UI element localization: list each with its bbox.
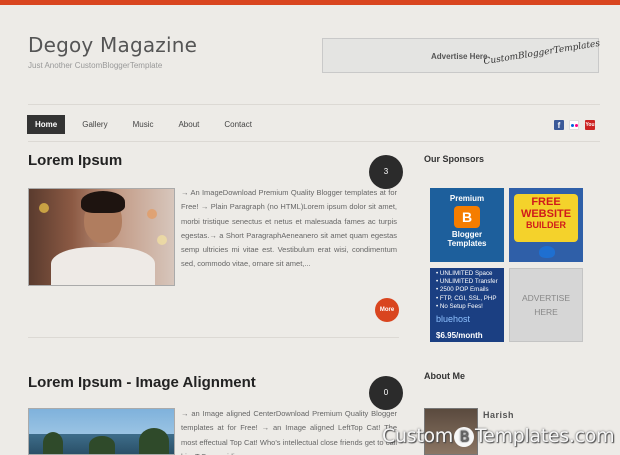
watermark-text: Custom bbox=[382, 425, 453, 447]
facebook-icon[interactable]: f bbox=[554, 120, 564, 130]
youtube-icon[interactable]: You bbox=[585, 120, 595, 130]
blogger-icon: B bbox=[454, 206, 480, 228]
nav-item-contact[interactable]: Contact bbox=[216, 115, 260, 134]
about-name: Harish bbox=[483, 410, 515, 420]
sponsor-text: • FTP, CGI, SSL, PHP bbox=[436, 294, 497, 302]
post-thumbnail[interactable] bbox=[28, 188, 175, 286]
read-more-button[interactable]: More bbox=[375, 298, 399, 322]
header-ad-script-text: CustomBloggerTemplates bbox=[482, 38, 601, 68]
sponsor-text: FREE bbox=[531, 196, 561, 208]
sponsor-text: Templates bbox=[447, 239, 487, 248]
nav-item-home[interactable]: Home bbox=[27, 115, 66, 134]
sponsor-text: • No Setup Fees! bbox=[436, 302, 483, 310]
sponsor-text: BUILDER bbox=[526, 220, 566, 230]
sponsor-text: Blogger bbox=[451, 230, 483, 239]
sponsor-text: • UNLIMITED Transfer bbox=[436, 278, 498, 286]
watermark-text: Templates.com bbox=[475, 425, 615, 447]
nav-item-music[interactable]: Music bbox=[125, 115, 162, 134]
nav-divider bbox=[28, 141, 600, 142]
mascot-icon bbox=[539, 246, 555, 258]
sponsor-bluehost[interactable]: • UNLIMITED Space • UNLIMITED Transfer •… bbox=[430, 268, 504, 342]
watermark: Custom B Templates.com bbox=[382, 425, 615, 447]
post-excerpt: → an Image aligned CenterDownload Premiu… bbox=[181, 409, 397, 455]
bluehost-logo: bluehost bbox=[436, 314, 471, 325]
top-accent-bar bbox=[0, 0, 620, 5]
site-tagline: Just Another CustomBloggerTemplate bbox=[28, 61, 163, 70]
nav-item-gallery[interactable]: Gallery bbox=[74, 115, 115, 134]
sponsor-text: HERE bbox=[534, 307, 558, 317]
sponsor-free-website-builder[interactable]: FREE WEBSITE BUILDER bbox=[509, 188, 583, 262]
header-divider bbox=[28, 104, 600, 105]
post-title[interactable]: Lorem Ipsum bbox=[28, 152, 122, 169]
post-title[interactable]: Lorem Ipsum - Image Alignment bbox=[28, 374, 256, 391]
sponsor-text: • 2500 POP Emails bbox=[436, 286, 489, 294]
sponsor-price: $6.95/month bbox=[436, 330, 483, 340]
watermark-logo-icon: B bbox=[454, 426, 474, 447]
sponsor-premium-blogger-templates[interactable]: Premium B Blogger Templates bbox=[430, 188, 504, 262]
sponsor-advertise-here[interactable]: ADVERTISE HERE bbox=[509, 268, 583, 342]
post-thumbnail[interactable] bbox=[28, 408, 175, 455]
post-divider bbox=[28, 337, 399, 338]
comment-count-badge[interactable]: 3 bbox=[369, 155, 403, 189]
sponsor-text: Premium bbox=[449, 194, 485, 203]
sponsor-text: WEBSITE bbox=[520, 208, 572, 220]
sponsors-heading: Our Sponsors bbox=[424, 154, 485, 164]
flickr-icon[interactable] bbox=[569, 120, 579, 130]
post-excerpt: → An ImageDownload Premium Quality Blogg… bbox=[181, 188, 397, 269]
comment-count-badge[interactable]: 0 bbox=[369, 376, 403, 410]
main-nav: Home Gallery Music About Contact bbox=[27, 115, 269, 134]
sponsor-text: • UNLIMITED Space bbox=[436, 270, 493, 277]
nav-item-about[interactable]: About bbox=[170, 115, 207, 134]
header-ad-banner[interactable]: Advertise Here CustomBloggerTemplates bbox=[322, 38, 601, 73]
sponsor-text: ADVERTISE bbox=[521, 293, 571, 303]
about-heading: About Me bbox=[424, 371, 465, 381]
header-ad-label: Advertise Here bbox=[431, 52, 488, 61]
site-title[interactable]: Degoy Magazine bbox=[28, 33, 197, 57]
